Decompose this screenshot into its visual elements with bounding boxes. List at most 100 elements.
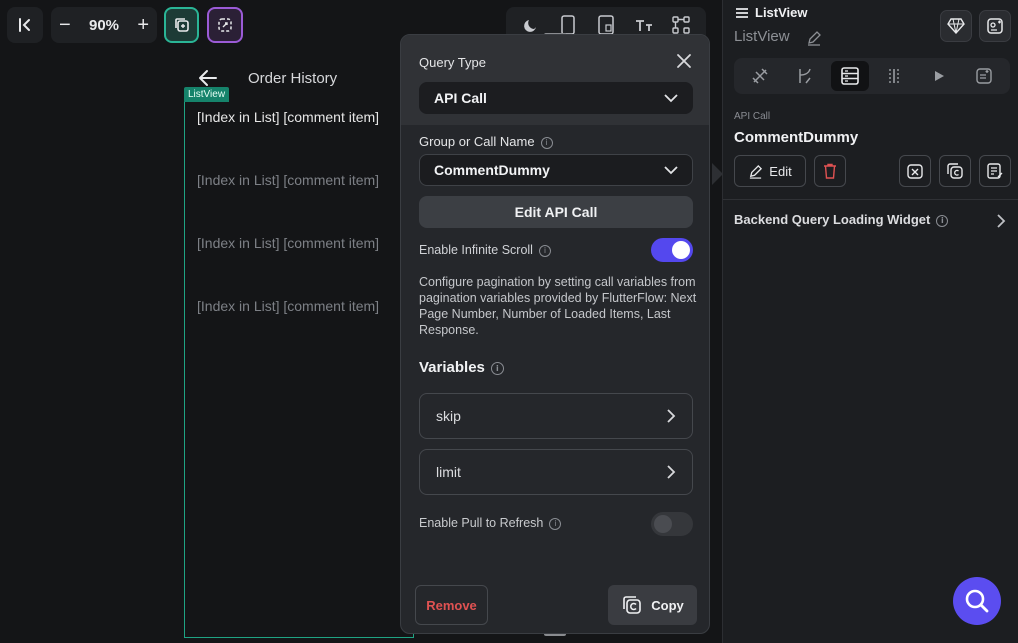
dark-mode-button[interactable] bbox=[520, 14, 542, 36]
tab-notes[interactable] bbox=[965, 61, 1003, 91]
list-item[interactable]: [Index in List] [comment item] bbox=[197, 172, 379, 188]
chevron-right-icon bbox=[667, 465, 676, 479]
group-label-row: Group or Call Name i bbox=[419, 134, 553, 149]
tablet-icon bbox=[598, 15, 614, 35]
tab-properties[interactable] bbox=[741, 61, 779, 91]
variable-row-skip[interactable]: skip bbox=[419, 393, 693, 439]
copy-icon bbox=[623, 596, 642, 614]
layers-icon bbox=[174, 18, 189, 32]
tab-layout[interactable] bbox=[875, 61, 913, 91]
search-help-button[interactable] bbox=[953, 577, 1001, 625]
properties-panel: ListView ListView API Call CommentDummy … bbox=[722, 0, 1018, 643]
backend-loading-label: Backend Query Loading Widget bbox=[734, 212, 931, 227]
pull-refresh-label-row: Enable Pull to Refresh i bbox=[419, 516, 562, 530]
sliders-icon bbox=[889, 69, 899, 83]
query-type-dropdown[interactable]: API Call bbox=[419, 82, 693, 114]
widget-action-button[interactable] bbox=[979, 10, 1011, 42]
chevron-down-icon bbox=[664, 165, 678, 174]
delete-query-button[interactable] bbox=[814, 155, 846, 187]
paint-tools-icon bbox=[752, 68, 768, 84]
backend-loading-row[interactable]: Backend Query Loading Widget i bbox=[734, 212, 949, 227]
nodes-icon bbox=[672, 16, 690, 34]
copy-icon bbox=[947, 163, 963, 179]
edit-label: Edit bbox=[769, 163, 792, 179]
layout-button[interactable] bbox=[670, 14, 692, 36]
divider bbox=[723, 199, 1018, 200]
collapse-panel-button[interactable] bbox=[7, 7, 43, 43]
listview-widget[interactable]: [Index in List] [comment item] [Index in… bbox=[184, 102, 414, 638]
info-icon: i bbox=[490, 361, 504, 375]
premium-button[interactable] bbox=[940, 10, 972, 42]
zoom-out-button[interactable]: − bbox=[59, 15, 71, 35]
page-title: Order History bbox=[248, 69, 338, 87]
tree-toggle-button[interactable] bbox=[164, 7, 199, 43]
note-edit-icon bbox=[987, 163, 1003, 179]
group-label: Group or Call Name bbox=[419, 134, 535, 149]
variables-title: Variables bbox=[419, 359, 485, 376]
database-icon bbox=[840, 67, 859, 85]
pull-refresh-label: Enable Pull to Refresh bbox=[419, 516, 544, 530]
magic-icon bbox=[218, 18, 232, 32]
note-add-icon bbox=[975, 68, 992, 84]
trash-icon bbox=[824, 163, 836, 179]
back-arrow-icon[interactable] bbox=[198, 69, 218, 87]
info-icon: i bbox=[936, 214, 949, 227]
toggle-knob bbox=[654, 515, 672, 533]
copy-label: Copy bbox=[651, 597, 684, 613]
variables-heading: Variables i bbox=[419, 359, 504, 376]
tab-actions[interactable] bbox=[786, 61, 824, 91]
search-icon bbox=[965, 589, 989, 613]
widget-add-icon bbox=[987, 18, 1003, 34]
info-icon: i bbox=[549, 517, 562, 530]
list-item[interactable]: [Index in List] [comment item] bbox=[197, 235, 379, 251]
text-scale-button[interactable] bbox=[633, 14, 655, 36]
tab-preview[interactable] bbox=[920, 61, 958, 91]
chevron-right-icon bbox=[667, 409, 676, 423]
play-icon bbox=[934, 71, 944, 81]
toggle-knob bbox=[672, 241, 690, 259]
variable-button[interactable] bbox=[899, 155, 931, 187]
call-name: CommentDummy bbox=[734, 129, 859, 146]
tablet-preview-button[interactable] bbox=[595, 14, 617, 36]
diamond-icon bbox=[947, 18, 965, 34]
widget-name: ListView bbox=[734, 28, 790, 45]
remove-button[interactable]: Remove bbox=[415, 585, 488, 625]
variable-name: skip bbox=[436, 408, 461, 424]
infinite-scroll-toggle[interactable] bbox=[651, 238, 693, 262]
variable-row-limit[interactable]: limit bbox=[419, 449, 693, 495]
zoom-level: 90% bbox=[88, 16, 120, 34]
tab-backend-query[interactable] bbox=[830, 61, 869, 91]
group-call-dropdown[interactable]: CommentDummy bbox=[419, 154, 693, 186]
info-icon: i bbox=[538, 244, 551, 257]
copy-button[interactable]: Copy bbox=[608, 585, 697, 625]
edit-query-button[interactable]: Edit bbox=[734, 155, 806, 187]
backend-query-panel: Query Type API Call Group or Call Name i … bbox=[400, 34, 710, 634]
list-item[interactable]: [Index in List] [comment item] bbox=[197, 109, 379, 125]
edit-api-call-button[interactable]: Edit API Call bbox=[419, 196, 693, 228]
variable-name: limit bbox=[436, 464, 461, 480]
collapse-left-icon bbox=[19, 18, 30, 32]
query-type-label: Query Type bbox=[419, 55, 486, 70]
infinite-scroll-label: Enable Infinite Scroll bbox=[419, 243, 533, 257]
query-type-value: API Call bbox=[434, 90, 487, 106]
moon-icon bbox=[523, 20, 536, 32]
close-icon[interactable] bbox=[675, 52, 693, 70]
notes-button[interactable] bbox=[979, 155, 1011, 187]
zoom-in-button[interactable]: + bbox=[137, 15, 149, 35]
info-icon: i bbox=[540, 136, 553, 149]
widget-type: ListView bbox=[755, 5, 808, 20]
query-kind: API Call bbox=[734, 111, 771, 122]
pull-refresh-toggle[interactable] bbox=[651, 512, 693, 536]
copy-query-button[interactable] bbox=[939, 155, 971, 187]
properties-tabs bbox=[734, 58, 1010, 94]
phone-icon bbox=[561, 15, 576, 35]
pencil-icon bbox=[750, 164, 763, 179]
chevron-down-icon bbox=[664, 93, 678, 102]
debug-toggle-button[interactable] bbox=[207, 7, 243, 43]
list-icon bbox=[736, 8, 748, 18]
pencil-icon[interactable] bbox=[806, 30, 822, 46]
branch-icon bbox=[799, 68, 811, 84]
list-item[interactable]: [Index in List] [comment item] bbox=[197, 298, 379, 314]
chevron-right-icon[interactable] bbox=[997, 214, 1006, 228]
pagination-description: Configure pagination by setting call var… bbox=[419, 275, 697, 337]
